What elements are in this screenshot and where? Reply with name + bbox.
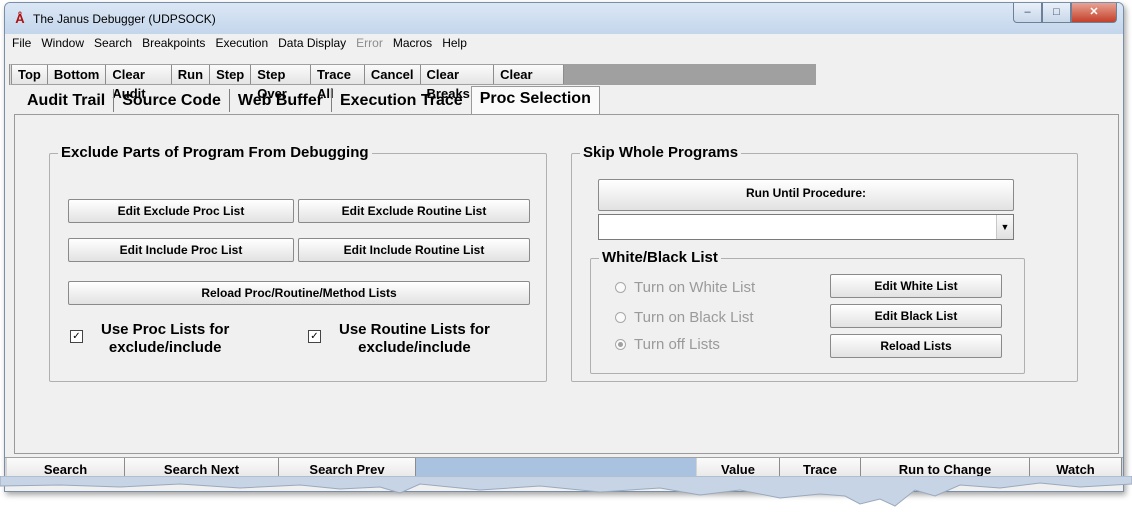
exclude-group-title: Exclude Parts of Program From Debugging [58,144,372,161]
edit-include-routine-button[interactable]: Edit Include Routine List [298,238,530,262]
janus-logo-icon: Å [15,11,25,26]
use-proc-lists-label-line2: exclude/include [108,339,222,356]
edit-black-list-button[interactable]: Edit Black List [830,304,1002,328]
edit-white-list-button[interactable]: Edit White List [830,274,1002,298]
tab-execution-trace[interactable]: Execution Trace [332,89,471,112]
use-routine-lists-label-line2: exclude/include [358,339,471,356]
use-proc-lists-label: Use Proc Lists for exclude/include [101,321,229,357]
black-list-radio[interactable] [615,312,626,323]
exclude-group: Exclude Parts of Program From Debugging … [49,144,547,382]
white-black-list-title: White/Black List [599,249,721,266]
top-button[interactable]: Top [12,65,48,84]
black-list-option: Turn on Black List [615,309,754,326]
tab-audit-trail[interactable]: Audit Trail [19,89,115,112]
reload-lists-button[interactable]: Reload Proc/Routine/Method Lists [68,281,530,305]
chevron-down-icon[interactable]: ▼ [996,215,1013,239]
use-routine-lists-label-line1: Use Routine Lists for [339,321,490,338]
menu-macros[interactable]: Macros [388,34,437,52]
torn-edge-decoration [0,476,1132,507]
menu-data-display[interactable]: Data Display [273,34,351,52]
white-black-list-group: White/Black List Turn on White List Turn… [590,249,1025,374]
run-button[interactable]: Run [171,65,211,84]
trace-all-button[interactable]: Trace All [311,65,365,101]
white-list-option: Turn on White List [615,279,755,296]
white-list-label: Turn on White List [634,279,756,296]
clear-audit-button[interactable]: Clear Audit [106,65,172,101]
tab-strip: Audit Trail Source Code Web Buffer Execu… [19,86,600,115]
clear-breaks-button[interactable]: Clear Breaks [420,65,495,101]
tab-web-buffer[interactable]: Web Buffer [230,89,332,112]
step-over-button[interactable]: Step Over [251,65,311,101]
tab-proc-selection[interactable]: Proc Selection [470,86,600,115]
title-bar: Å The Janus Debugger (UDPSOCK) – □ ✕ [5,3,1123,34]
edit-include-proc-button[interactable]: Edit Include Proc List [68,238,294,262]
window-title: The Janus Debugger (UDPSOCK) [33,12,216,26]
maximize-icon[interactable]: □ [1042,3,1071,23]
toolbar-empty-area [563,65,816,84]
use-routine-lists-checkbox[interactable]: ✓ [308,330,321,343]
menu-help[interactable]: Help [437,34,472,52]
lists-off-label: Turn off Lists [634,336,720,353]
close-icon[interactable]: ✕ [1071,3,1117,23]
menu-error: Error [356,36,383,50]
run-until-procedure-button[interactable]: Run Until Procedure: [598,179,1014,211]
black-list-label: Turn on Black List [634,309,754,326]
procedure-dropdown[interactable]: ▼ [598,214,1014,240]
tab-source-code[interactable]: Source Code [114,89,230,112]
lists-off-option: Turn off Lists [615,336,720,353]
use-routine-lists-option: ✓ Use Routine Lists for exclude/include [308,321,490,357]
white-list-radio[interactable] [615,282,626,293]
janus-debugger-window: Å The Janus Debugger (UDPSOCK) – □ ✕ Fil… [4,2,1124,492]
step-button[interactable]: Step [210,65,252,84]
use-proc-lists-option: ✓ Use Proc Lists for exclude/include [70,321,229,357]
menu-bar: File Window Search Breakpoints Execution… [5,34,1123,52]
edit-exclude-proc-button[interactable]: Edit Exclude Proc List [68,199,294,223]
skip-programs-title: Skip Whole Programs [580,144,742,161]
menu-breakpoints[interactable]: Breakpoints [137,34,210,52]
minimize-icon[interactable]: – [1013,3,1042,23]
use-proc-lists-checkbox[interactable]: ✓ [70,330,83,343]
caption-buttons: – □ ✕ [1013,3,1117,23]
menu-execution[interactable]: Execution [210,34,273,52]
toolbar-group-1: Top Bottom Clear Audit Run Step Step Ove… [9,64,817,101]
edit-exclude-routine-button[interactable]: Edit Exclude Routine List [298,199,530,223]
reload-wb-lists-button[interactable]: Reload Lists [830,334,1002,358]
menu-file[interactable]: File [7,34,36,52]
use-routine-lists-label: Use Routine Lists for exclude/include [339,321,490,357]
use-proc-lists-label-line1: Use Proc Lists for [101,321,230,338]
clear-watch-button[interactable]: Clear Watch [494,65,564,101]
menu-search[interactable]: Search [89,34,137,52]
menu-window[interactable]: Window [36,34,89,52]
bottom-button[interactable]: Bottom [47,65,107,84]
proc-selection-panel: Exclude Parts of Program From Debugging … [14,114,1119,454]
cancel-button[interactable]: Cancel [364,65,421,84]
lists-off-radio[interactable] [615,339,626,350]
skip-programs-group: Skip Whole Programs Run Until Procedure:… [571,144,1078,382]
